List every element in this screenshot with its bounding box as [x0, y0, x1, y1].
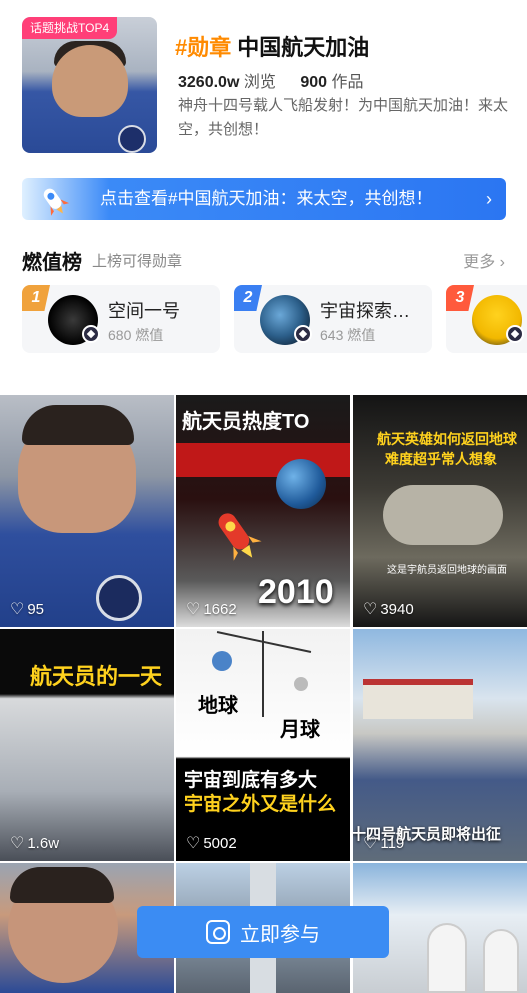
verified-icon	[506, 325, 524, 343]
like-count: ♡ 1662	[186, 601, 237, 618]
tile-caption-line1: 宇宙到底有多大	[184, 770, 318, 791]
participate-button[interactable]: 立即参与	[137, 906, 389, 958]
participate-label: 立即参与	[240, 923, 320, 946]
scale-pole	[262, 631, 264, 717]
video-tile-3[interactable]: 航天英雄如何返回地球 难度超乎常人想象 这是宇航员返回地球的画面 ♡ 3940	[353, 395, 527, 627]
tile-caption: 航天员热度TO	[182, 411, 310, 433]
like-count: ♡ 1.6w	[10, 835, 60, 852]
tile-caption-line1: 航天英雄如何返回地球	[377, 431, 517, 447]
tile-caption-line2: 难度超乎常人想象	[385, 451, 497, 467]
astronaut-hair	[10, 867, 114, 903]
topic-title-text: 中国航天加油	[237, 35, 370, 60]
cover-uniform-patch	[118, 125, 146, 153]
topic-hashtag: #勋章	[175, 35, 232, 60]
moon-icon	[294, 677, 308, 691]
earth-label: 地球	[198, 695, 238, 717]
heart-icon: ♡	[10, 835, 25, 852]
like-count: ♡ 119	[363, 835, 405, 852]
heart-icon: ♡	[363, 601, 378, 618]
earth-icon	[212, 651, 232, 671]
rank-number-2: 2	[234, 285, 262, 311]
chevron-right-icon: ›	[486, 189, 492, 209]
topic-stats: 3260.0w 浏览 900 作品	[178, 68, 363, 92]
video-tile-4[interactable]: 航天员的一天 ♡ 1.6w	[0, 629, 174, 861]
scale-beam	[216, 631, 312, 653]
verified-icon	[82, 325, 100, 343]
tile-caption-line2: 宇宙之外又是什么	[184, 794, 337, 815]
moon-label: 月球	[280, 719, 320, 741]
rank-number-1: 1	[22, 285, 50, 311]
astronaut-suit	[383, 485, 503, 545]
ranking-value-2: 643 燃值	[320, 327, 376, 343]
video-tile-6[interactable]: 十四号航天员即将出征 ♡ 119	[353, 629, 527, 861]
uniform-patch	[96, 575, 142, 621]
verified-icon	[294, 325, 312, 343]
heart-icon: ♡	[10, 601, 25, 618]
ranking-card-3[interactable]: 3	[446, 285, 527, 353]
chart-bar	[176, 443, 350, 477]
like-count: ♡ 5002	[186, 835, 237, 852]
video-tile-1[interactable]: ♡ 95	[0, 395, 174, 627]
topic-header: 话题挑战TOP4 #勋章 中国航天加油 3260.0w 浏览 900 作品 神舟十…	[0, 0, 527, 170]
ranking-value-1: 680 燃值	[108, 327, 164, 343]
ranking-card-2[interactable]: 2 宇宙探索… 643 燃值	[234, 285, 432, 353]
tile-subtitle: 这是宇航员返回地球的画面	[387, 565, 507, 576]
astronaut-suit	[483, 929, 519, 993]
views-count: 3260.0w	[178, 74, 240, 91]
astronaut-hair	[22, 405, 134, 445]
topic-description: 神舟十四号载人飞船发射！为中国航天加油！来太空，共创想！	[178, 97, 509, 138]
ranking-name-1: 空间一号	[108, 301, 180, 321]
like-count: ♡ 95	[10, 601, 45, 618]
works-label: 作品	[331, 74, 364, 91]
tile-caption: 航天员的一天	[30, 664, 163, 689]
ranking-subtitle: 上榜可得勋章	[92, 253, 183, 270]
banner-text: 点击查看#中国航天加油：来太空，共创想！	[100, 189, 433, 208]
ranking-title: 燃值榜	[22, 252, 82, 274]
ranking-card-1[interactable]: 1 空间一号 680 燃值	[22, 285, 220, 353]
building	[363, 679, 473, 719]
video-tile-5[interactable]: 地球 月球 宇宙到底有多大 宇宙之外又是什么 ♡ 5002	[176, 629, 350, 861]
earth-image	[276, 459, 326, 509]
video-tile-2[interactable]: 航天员热度TO 2010 ♡ 1662	[176, 395, 350, 627]
ranking-more-link[interactable]: 更多 ›	[463, 248, 505, 272]
heart-icon: ♡	[363, 835, 378, 852]
heart-icon: ♡	[186, 835, 201, 852]
heart-icon: ♡	[186, 601, 201, 618]
topic-title: #勋章 中国航天加油	[175, 30, 369, 62]
ranking-name-2: 宇宙探索…	[320, 301, 410, 321]
topic-cover-image[interactable]: 话题挑战TOP4	[22, 17, 157, 153]
rocket-icon	[43, 188, 70, 216]
topic-rank-badge: 话题挑战TOP4	[22, 17, 118, 39]
astronaut-suit	[427, 923, 467, 993]
cover-astronaut-face	[52, 45, 128, 117]
rocket-icon	[218, 513, 262, 561]
like-count: ♡ 3940	[363, 601, 414, 618]
camera-icon	[206, 920, 230, 944]
rank-number-3: 3	[446, 285, 474, 311]
views-label: 浏览	[243, 74, 276, 91]
tile-year: 2010	[258, 573, 334, 611]
topic-banner[interactable]: 点击查看#中国航天加油：来太空，共创想！ ›	[22, 178, 506, 220]
works-count: 900	[300, 74, 328, 91]
